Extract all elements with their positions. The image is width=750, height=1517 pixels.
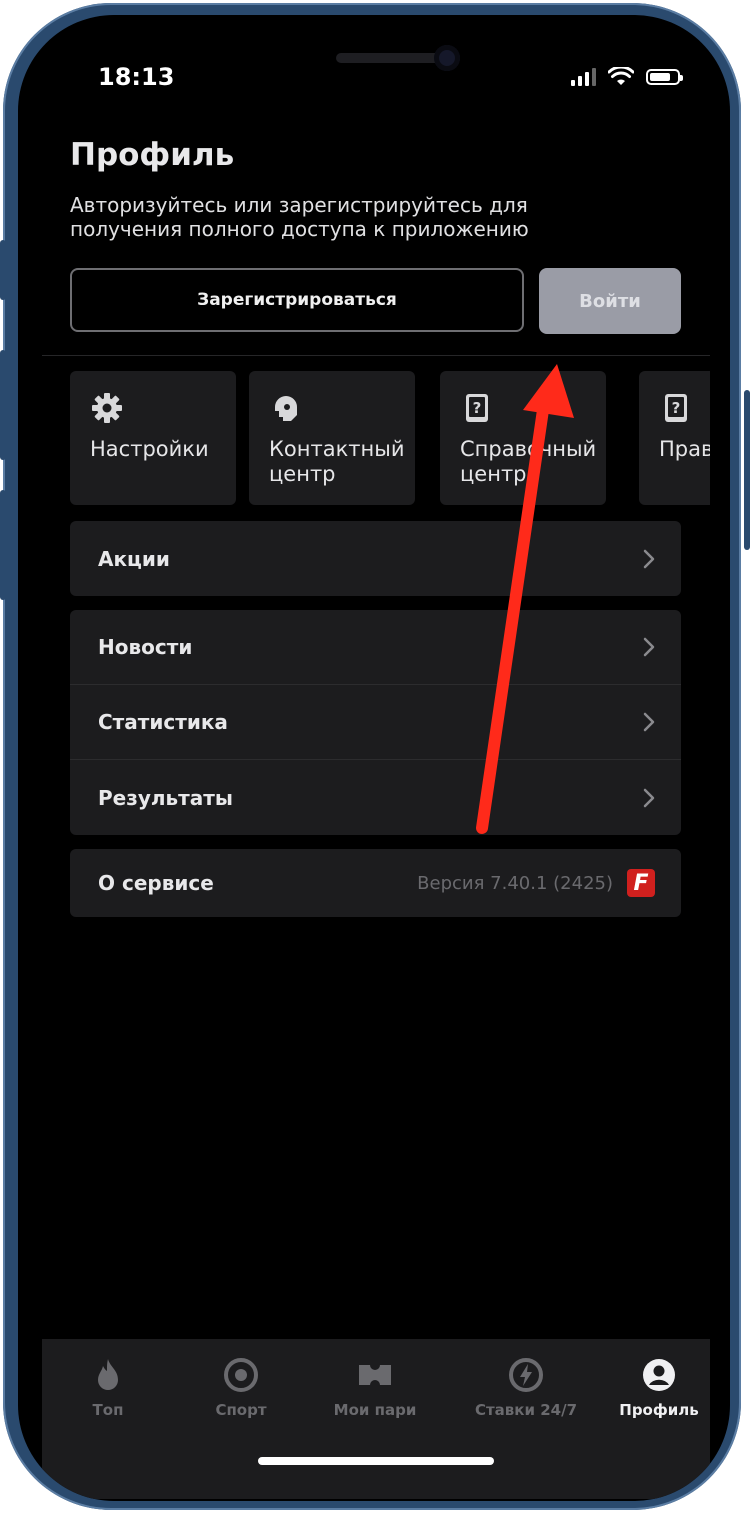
quick-tiles: Настройки Контактный центр ? Справочный … xyxy=(70,371,710,505)
gear-icon xyxy=(92,393,122,423)
menu-item-label: Новости xyxy=(98,635,193,659)
chevron-right-icon xyxy=(643,712,655,732)
chevron-right-icon xyxy=(643,637,655,657)
side-button xyxy=(744,390,750,550)
side-button xyxy=(0,350,6,460)
menu-item-promotions[interactable]: Акции xyxy=(70,521,681,596)
menu-item-about[interactable]: О сервисе Версия 7.40.1 (2425) F xyxy=(70,849,681,917)
about-group: О сервисе Версия 7.40.1 (2425) F xyxy=(70,849,681,917)
info-group: Новости Статистика Результаты xyxy=(70,610,681,835)
chevron-right-icon xyxy=(643,549,655,568)
menu-item-label: О сервисе xyxy=(98,871,214,895)
tile-label: Справочный центр xyxy=(460,437,597,486)
phone-screen: 18:13 Профиль Авторизуйтесь или зарегист… xyxy=(18,15,730,1501)
divider xyxy=(42,355,710,356)
tab-my-bets[interactable]: Мои пари xyxy=(310,1357,440,1419)
menu-item-label: Акции xyxy=(98,546,170,571)
menu-item-news[interactable]: Новости xyxy=(70,610,681,685)
brand-logo-icon: F xyxy=(627,869,655,897)
home-indicator xyxy=(258,1457,494,1465)
login-button[interactable]: Войти xyxy=(539,268,681,334)
tile-label: Прав xyxy=(659,437,710,461)
battery-icon xyxy=(646,69,683,85)
tab-label: Мои пари xyxy=(333,1401,417,1419)
about-version-block: Версия 7.40.1 (2425) F xyxy=(417,869,655,897)
wifi-icon xyxy=(608,67,634,85)
tile-help-center[interactable]: ? Справочный центр xyxy=(440,371,606,505)
flame-icon xyxy=(98,1359,118,1390)
menu-item-statistics[interactable]: Статистика xyxy=(70,685,681,760)
promotions-group: Акции xyxy=(70,521,681,596)
menu-item-label: Статистика xyxy=(98,710,228,734)
tab-label: Профиль xyxy=(619,1401,699,1419)
tile-label: Настройки xyxy=(90,437,209,461)
user-icon xyxy=(643,1359,675,1391)
tab-sport[interactable]: Спорт xyxy=(176,1357,306,1419)
menu-item-results[interactable]: Результаты xyxy=(70,760,681,835)
help-book-icon: ? xyxy=(466,394,488,422)
tab-label: Спорт xyxy=(215,1401,267,1419)
tile-settings[interactable]: Настройки xyxy=(70,371,236,505)
status-time: 18:13 xyxy=(98,63,175,91)
menu-item-label: Результаты xyxy=(98,785,233,810)
target-icon xyxy=(224,1358,258,1392)
headset-icon xyxy=(275,396,297,421)
svg-text:?: ? xyxy=(473,399,482,417)
side-button xyxy=(0,490,6,600)
bottom-tab-bar: Топ Спорт Мои пари Ставки 24/7 Профиль xyxy=(42,1339,710,1499)
tile-rules[interactable]: ? Прав xyxy=(639,371,710,505)
tile-label: Контактный центр xyxy=(269,437,405,486)
rules-book-icon: ? xyxy=(665,394,687,422)
speaker-grille xyxy=(336,53,446,63)
lightning-icon xyxy=(509,1358,543,1392)
tab-label: Топ xyxy=(92,1401,124,1419)
front-camera xyxy=(434,45,460,71)
auth-subtitle: Авторизуйтесь или зарегистрируйтесь для … xyxy=(70,193,529,241)
cellular-signal-icon xyxy=(571,68,596,86)
ticket-icon xyxy=(359,1365,391,1385)
app-version: Версия 7.40.1 (2425) xyxy=(417,872,613,894)
register-button[interactable]: Зарегистрироваться xyxy=(70,268,524,332)
tab-label: Ставки 24/7 xyxy=(474,1401,578,1419)
side-button xyxy=(0,240,6,300)
page-title: Профиль xyxy=(70,137,235,173)
svg-text:?: ? xyxy=(672,399,681,417)
tab-bets-24-7[interactable]: Ставки 24/7 xyxy=(461,1357,591,1419)
tab-top[interactable]: Топ xyxy=(43,1357,173,1419)
tab-profile[interactable]: Профиль xyxy=(594,1357,724,1419)
status-icons xyxy=(571,67,683,87)
tile-contact-center[interactable]: Контактный центр xyxy=(249,371,415,505)
chevron-right-icon xyxy=(643,788,655,807)
